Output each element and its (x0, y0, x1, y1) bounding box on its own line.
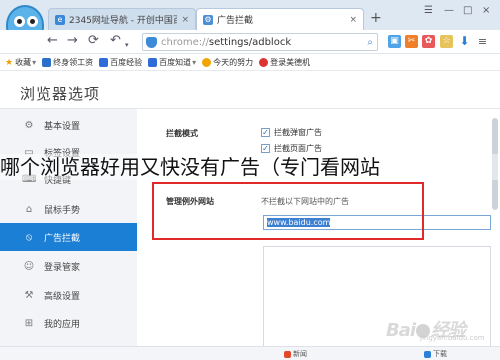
menu-icon[interactable]: ☰ (424, 5, 433, 16)
navigation-bar: ← → ⟳ ↶ ▾ chrome://settings/adblock ⌕ ▣ … (0, 30, 500, 54)
sidebar-item-adblock[interactable]: ⦸ 广告拦截 (0, 223, 137, 251)
bookmark-item[interactable]: 今天的努力 (202, 57, 253, 68)
page-ad-checkbox[interactable]: ✓ 拦截页面广告 (261, 143, 322, 154)
checkbox-checked-icon: ✓ (261, 128, 270, 137)
download-icon (424, 350, 431, 358)
download-icon[interactable]: ⬇ (458, 35, 471, 48)
screenshot-icon[interactable]: ✂ (405, 35, 418, 48)
extension-app-icon[interactable]: ▣ (388, 35, 401, 48)
undo-icon[interactable]: ↶ (110, 33, 121, 49)
popup-ad-checkbox[interactable]: ✓ 拦截弹窗广告 (261, 127, 322, 138)
bookmark-item[interactable]: 终身领工资 (42, 57, 93, 68)
checkbox-checked-icon: ✓ (261, 144, 270, 153)
user-icon (259, 58, 269, 67)
tab-label: 2345网址导航 - 开创中国百年品 (69, 16, 178, 26)
site-icon (42, 58, 52, 67)
new-tab-button[interactable]: + (370, 11, 382, 25)
page-title: 浏览器选项 (20, 85, 101, 103)
tab-adblock[interactable]: ⚙ 广告拦截 × (196, 8, 364, 30)
search-icon[interactable]: ⌕ (367, 37, 373, 48)
gift-icon[interactable]: ✿ (422, 35, 435, 48)
mouse-icon: ⌂ (25, 203, 33, 215)
undo-dropdown-icon[interactable]: ▾ (125, 37, 129, 53)
address-url: chrome://settings/adblock (161, 36, 292, 48)
status-download[interactable]: 下载 (424, 349, 447, 359)
tab-strip: e 2345网址导航 - 开创中国百年品 × ⚙ 广告拦截 × + ☰ — □ … (0, 0, 500, 45)
forward-arrow-icon[interactable]: → (67, 33, 78, 49)
sidebar-item-mouse-gestures[interactable]: ⌂ 鼠标手势 (0, 195, 137, 223)
gear-icon: ⚙ (24, 119, 34, 131)
bookmarks-bar: ★ 收藏 ▾ 终身领工资 百度经验 百度知道 ▾ 今天的努力 登录美德机 (0, 55, 500, 71)
news-icon (284, 350, 291, 358)
bookmark-item[interactable]: 百度知道 ▾ (148, 57, 196, 68)
sun-icon (202, 58, 212, 67)
status-news[interactable]: 新闻 (284, 349, 307, 359)
bookmark-item[interactable]: 登录美德机 (259, 57, 310, 68)
user-icon: ☺ (23, 260, 35, 272)
sidebar-item-advanced[interactable]: ⚒ 高级设置 (0, 281, 137, 309)
bookmark-item[interactable]: 百度经验 (99, 57, 142, 68)
status-bar: 新闻 下载 (0, 346, 500, 360)
watermark-url: jingyan.baidu.com (420, 334, 485, 342)
sidebar-item-login-manager[interactable]: ☺ 登录管家 (0, 252, 137, 280)
tab-2345-nav[interactable]: e 2345网址导航 - 开创中国百年品 × (48, 8, 196, 30)
block-icon: ⦸ (25, 231, 33, 243)
chevron-down-icon: ▾ (192, 58, 197, 67)
sidebar-item-basic[interactable]: ⚙ 基本设置 (0, 111, 137, 139)
security-shield-icon (146, 36, 157, 48)
close-window-button[interactable]: × (482, 5, 490, 16)
maximize-button[interactable]: □ (463, 5, 472, 16)
address-bar[interactable]: chrome://settings/adblock ⌕ (142, 33, 378, 51)
back-arrow-icon[interactable]: ← (47, 33, 58, 49)
minimize-button[interactable]: — (444, 5, 454, 16)
settings-sidebar: ⚙ 基本设置 ▭ 标签设置 ⌨ 快捷键 ⌂ 鼠标手势 ⦸ 广告拦截 ☺ 登录管家… (0, 109, 137, 360)
star-icon: ★ (5, 57, 14, 68)
tab-close-icon[interactable]: × (349, 15, 357, 25)
menu-icon[interactable]: ≡ (476, 35, 489, 48)
chevron-down-icon: ▾ (32, 58, 37, 67)
favorites-icon[interactable]: ☆ (440, 35, 453, 48)
grid-icon: ⊞ (24, 317, 34, 329)
site-favicon-icon: e (55, 14, 65, 25)
baidu-icon (99, 58, 109, 67)
highlight-box (152, 182, 424, 240)
bookmark-favorites[interactable]: ★ 收藏 ▾ (5, 57, 36, 68)
settings-favicon-icon: ⚙ (203, 14, 213, 25)
sidebar-item-my-apps[interactable]: ⊞ 我的应用 (0, 309, 137, 337)
tab-label: 广告拦截 (217, 16, 254, 26)
overlay-caption: 哪个浏览器好用又快没有广告（专门看网站 (0, 154, 500, 180)
block-mode-label: 拦截模式 (166, 129, 198, 138)
wrench-icon: ⚒ (24, 289, 34, 301)
tab-close-icon[interactable]: × (181, 15, 189, 25)
baidu-icon (148, 58, 158, 67)
refresh-icon[interactable]: ⟳ (88, 33, 99, 49)
